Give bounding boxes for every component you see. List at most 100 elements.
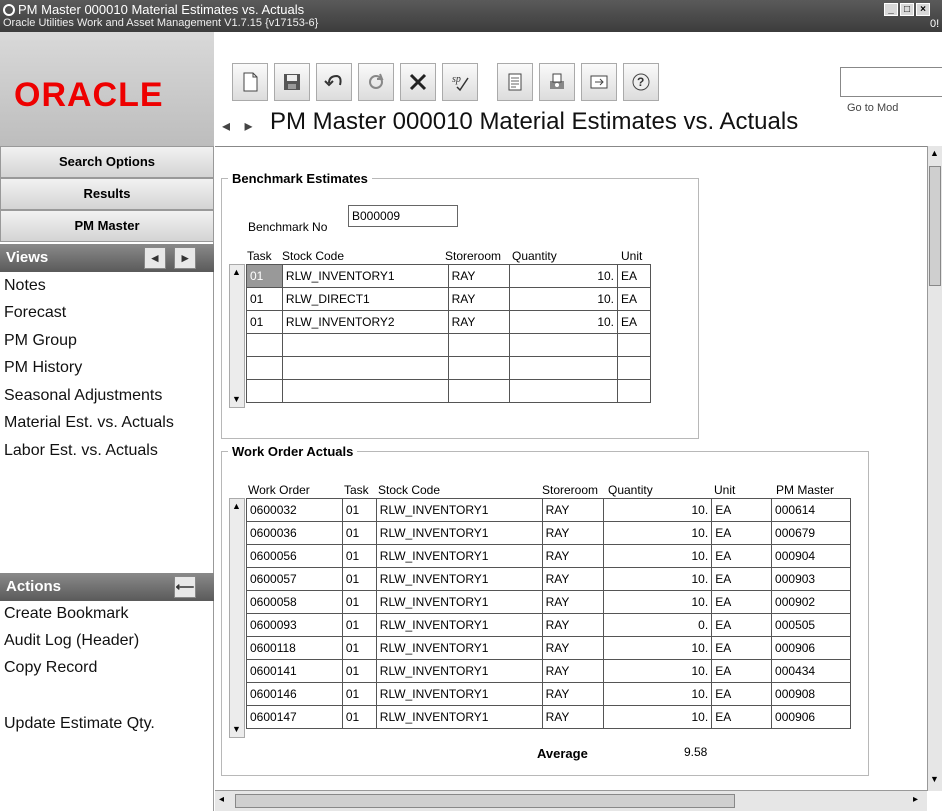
empty-cell[interactable]	[509, 379, 619, 403]
quantity-cell[interactable]: 10.	[603, 636, 713, 660]
task-cell[interactable]: 01	[341, 521, 377, 545]
unit-cell[interactable]: EA	[617, 310, 651, 334]
quantity-cell[interactable]: 10.	[603, 521, 713, 545]
views-prev-icon[interactable]: ◂	[144, 247, 166, 269]
stock-code-cell[interactable]: RLW_INVENTORY1	[375, 682, 543, 706]
quantity-cell[interactable]: 10.	[603, 544, 713, 568]
task-cell[interactable]: 01	[341, 544, 377, 568]
task-cell[interactable]: 01	[341, 498, 377, 522]
table-row[interactable]: 0600141 01 RLW_INVENTORY1 RAY 10. EA 000434	[246, 659, 851, 683]
action-create-bookmark[interactable]: Create Bookmark	[4, 605, 129, 623]
action-update-estimate-qty[interactable]: Update Estimate Qty.	[4, 715, 155, 733]
unit-cell[interactable]: EA	[711, 521, 773, 545]
unit-cell[interactable]: EA	[617, 264, 651, 288]
close-icon[interactable]: ×	[916, 3, 930, 16]
table-row[interactable]	[246, 356, 651, 380]
work-order-cell[interactable]: 0600146	[246, 682, 343, 706]
stock-code-cell[interactable]: RLW_INVENTORY1	[375, 498, 543, 522]
refresh-icon[interactable]	[358, 63, 394, 101]
next-record-icon[interactable]: ▸	[244, 118, 252, 135]
benchmark-grid-scrollbar[interactable]: ▲ ▼	[229, 264, 245, 408]
quantity-cell[interactable]: 10.	[509, 287, 619, 311]
empty-cell[interactable]	[617, 379, 651, 403]
pm-master-cell[interactable]: 000904	[771, 544, 851, 568]
storeroom-cell[interactable]: RAY	[447, 310, 511, 334]
stock-code-cell[interactable]: RLW_INVENTORY1	[281, 264, 449, 288]
view-link-notes[interactable]: Notes	[4, 277, 46, 295]
unit-cell[interactable]: EA	[711, 705, 773, 729]
table-row[interactable]: 0600093 01 RLW_INVENTORY1 RAY 0. EA 000505	[246, 613, 851, 637]
storeroom-cell[interactable]: RAY	[541, 498, 605, 522]
table-row[interactable]: 01 RLW_INVENTORY2 RAY 10. EA	[246, 310, 651, 334]
scroll-up-icon[interactable]: ▲	[232, 267, 241, 277]
stock-code-cell[interactable]: RLW_INVENTORY1	[375, 567, 543, 591]
work-order-cell[interactable]: 0600141	[246, 659, 343, 683]
storeroom-cell[interactable]: RAY	[447, 287, 511, 311]
work-order-cell[interactable]: 0600147	[246, 705, 343, 729]
storeroom-cell[interactable]: RAY	[541, 682, 605, 706]
task-cell[interactable]: 01	[246, 287, 283, 311]
storeroom-cell[interactable]: RAY	[541, 544, 605, 568]
empty-cell[interactable]	[246, 379, 283, 403]
task-cell[interactable]: 01	[341, 682, 377, 706]
scroll-thumb[interactable]	[235, 794, 735, 808]
benchmark-no-field[interactable]: B000009	[348, 205, 458, 227]
empty-cell[interactable]	[447, 379, 511, 403]
pm-master-cell[interactable]: 000614	[771, 498, 851, 522]
pm-master-cell[interactable]: 000908	[771, 682, 851, 706]
unit-cell[interactable]: EA	[711, 567, 773, 591]
task-cell[interactable]: 01	[341, 567, 377, 591]
special-icon[interactable]: sp	[442, 63, 478, 101]
work-order-cell[interactable]: 0600056	[246, 544, 343, 568]
storeroom-cell[interactable]: RAY	[541, 636, 605, 660]
pm-master-cell[interactable]: 000505	[771, 613, 851, 637]
unit-cell[interactable]: EA	[617, 287, 651, 311]
view-link-material-est[interactable]: Material Est. vs. Actuals	[4, 414, 174, 432]
main-vertical-scrollbar[interactable]: ▲ ▼	[927, 146, 942, 791]
task-cell[interactable]: 01	[246, 264, 283, 288]
empty-cell[interactable]	[447, 356, 511, 380]
empty-cell[interactable]	[509, 333, 619, 357]
work-order-cell[interactable]: 0600118	[246, 636, 343, 660]
stock-code-cell[interactable]: RLW_INVENTORY2	[281, 310, 449, 334]
unit-cell[interactable]: EA	[711, 682, 773, 706]
pm-master-button[interactable]: PM Master	[0, 210, 214, 242]
work-order-cell[interactable]: 0600057	[246, 567, 343, 591]
task-cell[interactable]: 01	[341, 636, 377, 660]
work-order-cell[interactable]: 0600036	[246, 521, 343, 545]
scroll-up-icon[interactable]: ▲	[930, 148, 939, 158]
go-to-module-input[interactable]	[840, 67, 942, 97]
task-cell[interactable]: 01	[341, 613, 377, 637]
quantity-cell[interactable]: 10.	[603, 590, 713, 614]
quantity-cell[interactable]: 10.	[509, 264, 619, 288]
storeroom-cell[interactable]: RAY	[541, 521, 605, 545]
storeroom-cell[interactable]: RAY	[541, 590, 605, 614]
task-cell[interactable]: 01	[246, 310, 283, 334]
scroll-up-icon[interactable]: ▲	[232, 501, 241, 511]
table-row[interactable]: 0600058 01 RLW_INVENTORY1 RAY 10. EA 000902	[246, 590, 851, 614]
view-link-labor-est[interactable]: Labor Est. vs. Actuals	[4, 442, 158, 460]
scroll-right-icon[interactable]: ▸	[913, 794, 918, 805]
task-cell[interactable]: 01	[341, 590, 377, 614]
quantity-cell[interactable]: 10.	[603, 659, 713, 683]
help-icon[interactable]: ?	[623, 63, 659, 101]
unit-cell[interactable]: EA	[711, 590, 773, 614]
storeroom-cell[interactable]: RAY	[447, 264, 511, 288]
unit-cell[interactable]: EA	[711, 544, 773, 568]
empty-cell[interactable]	[509, 356, 619, 380]
actions-collapse-icon[interactable]: ⟵	[174, 576, 196, 598]
stock-code-cell[interactable]: RLW_INVENTORY1	[375, 613, 543, 637]
stock-code-cell[interactable]: RLW_INVENTORY1	[375, 521, 543, 545]
view-link-forecast[interactable]: Forecast	[4, 304, 66, 322]
table-row[interactable]: 01 RLW_DIRECT1 RAY 10. EA	[246, 287, 651, 311]
link-icon[interactable]	[581, 63, 617, 101]
maximize-icon[interactable]: □	[900, 3, 914, 16]
unit-cell[interactable]: EA	[711, 636, 773, 660]
empty-cell[interactable]	[281, 333, 449, 357]
scroll-down-icon[interactable]: ▼	[232, 394, 241, 404]
quantity-cell[interactable]: 0.	[603, 613, 713, 637]
stock-code-cell[interactable]: RLW_INVENTORY1	[375, 636, 543, 660]
minimize-icon[interactable]: _	[884, 3, 898, 16]
views-next-icon[interactable]: ▸	[174, 247, 196, 269]
storeroom-cell[interactable]: RAY	[541, 705, 605, 729]
